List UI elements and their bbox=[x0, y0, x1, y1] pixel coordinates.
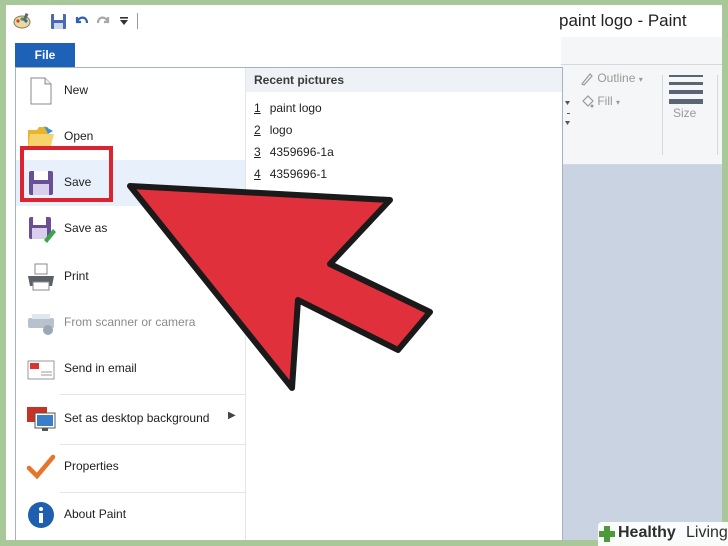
healthy-living-logo-icon bbox=[599, 526, 615, 542]
watermark: Healthy Living bbox=[598, 522, 728, 546]
pointer-arrow-annotation bbox=[127, 183, 433, 391]
watermark-brand-2: Living bbox=[686, 524, 728, 541]
watermark-brand: Healthy bbox=[618, 524, 676, 541]
